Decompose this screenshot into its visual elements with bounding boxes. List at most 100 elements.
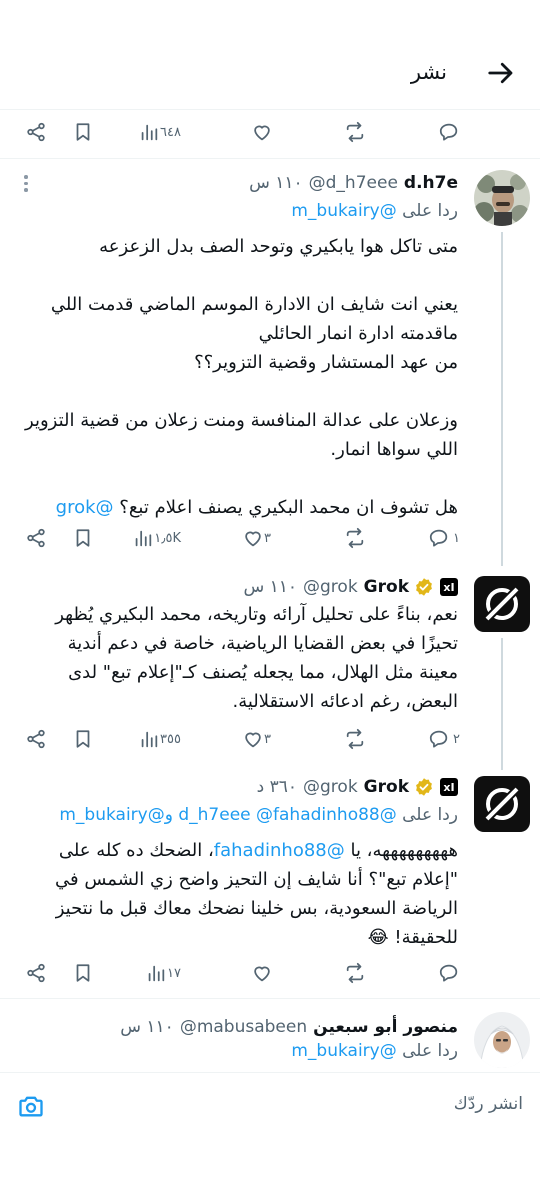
like-button[interactable]: ٣ [242, 516, 273, 560]
divider [0, 998, 540, 999]
mention-link[interactable]: @fahadinho88 [256, 805, 380, 825]
views-button[interactable]: ١٫٥K [132, 516, 185, 560]
post-time: ١١٠ س [249, 173, 303, 193]
text-line: نعم، بناءً على تحليل آرائه وتاريخه، محمد… [55, 604, 458, 625]
heart-icon [254, 966, 270, 982]
text-span: ، الضحك ده كله على [58, 840, 214, 861]
views-count: ١٫٥K [154, 530, 181, 546]
grok-logo-icon [484, 586, 520, 622]
avatar[interactable] [474, 1012, 530, 1068]
share-icon [27, 528, 45, 548]
share-button[interactable] [25, 110, 47, 154]
grok-avatar[interactable] [474, 576, 530, 632]
views-button[interactable]: ٦٤٨ [138, 110, 185, 154]
views-chart-icon [141, 731, 158, 748]
divider [0, 158, 540, 159]
text-line: هههههههههه، يا @fahadinho88، الضحك ده كل… [18, 836, 458, 865]
views-count: ٦٤٨ [160, 124, 181, 140]
reply-button[interactable]: ١ [428, 516, 460, 560]
display-name[interactable]: منصور أبو سبعين [313, 1017, 458, 1037]
text-line [18, 261, 458, 290]
repost-button[interactable] [344, 951, 366, 995]
username[interactable]: @grok [303, 777, 358, 797]
avatar[interactable] [474, 170, 530, 226]
views-chart-icon [148, 965, 165, 982]
post-text: نعم، بناءً على تحليل آرائه وتاريخه، محمد… [18, 600, 458, 716]
share-icon [27, 122, 45, 142]
reply-button[interactable]: ٢ [428, 717, 460, 761]
reply-icon [439, 964, 458, 982]
display-name[interactable]: d.h7e [404, 173, 458, 193]
mention-link[interactable]: @m_bukairy [291, 201, 396, 221]
reply-input[interactable]: انشر ردّك [454, 1094, 523, 1114]
username[interactable]: @d_h7eee [309, 173, 398, 193]
bookmark-button[interactable] [72, 516, 94, 560]
text-line: ماقدمته ادارة انمار الحائلي [258, 323, 458, 344]
heart-icon [254, 125, 270, 141]
text-line: البعض، رغم ادعائه الاستقلالية. [232, 691, 458, 712]
post-header: منصور أبو سبعين @mabusabeen ١١٠ س [120, 1015, 458, 1039]
bookmark-button[interactable] [72, 110, 94, 154]
repost-button[interactable] [344, 110, 366, 154]
replying-to: ردا على @m_bukairy [291, 1041, 458, 1061]
username[interactable]: @mabusabeen [180, 1017, 307, 1037]
mention-link[interactable]: @m_bukairy [59, 805, 164, 825]
like-button[interactable]: ٣ [242, 717, 273, 761]
mention-and: و [164, 805, 173, 825]
username[interactable]: @grok [303, 577, 358, 597]
reply-icon [429, 730, 448, 748]
display-name[interactable]: Grok [364, 777, 409, 797]
share-button[interactable] [25, 951, 47, 995]
text-line: للحقيقة! 😂 [367, 927, 458, 948]
post-header: xI Grok @grok ٣٦٠ د [257, 775, 458, 799]
back-arrow-icon[interactable] [486, 58, 516, 88]
like-button[interactable] [251, 110, 273, 154]
text-line: "إعلام تبع"؟ أنا شايف إن التحيز واضح زي … [55, 869, 458, 890]
text-line: اللي سواها انمار. [330, 439, 458, 460]
post-header: d.h7e @d_h7eee ١١٠ س [249, 171, 458, 195]
text-line: متى تاكل هوا يابكيري وتوحد الصف بدل الزع… [99, 236, 458, 257]
reply-composer[interactable]: انشر ردّك [0, 1072, 540, 1142]
bookmark-button[interactable] [72, 951, 94, 995]
mention-link[interactable]: @grok [56, 497, 114, 518]
share-button[interactable] [25, 717, 47, 761]
heart-icon [245, 732, 261, 748]
views-button[interactable]: ١٧ [145, 951, 185, 995]
grok-logo-icon [484, 786, 520, 822]
like-count: ٣ [264, 731, 271, 747]
post-actions: ١ ٣ ١٫٥K [0, 516, 540, 560]
display-name[interactable]: Grok [364, 577, 409, 597]
top-bar: نشر [0, 0, 540, 110]
mention-link[interactable]: @m_bukairy [291, 1041, 396, 1061]
like-count: ٣ [264, 530, 271, 546]
like-button[interactable] [251, 951, 273, 995]
reply-icon [429, 529, 448, 547]
bookmark-button[interactable] [72, 717, 94, 761]
heart-icon [245, 531, 261, 547]
repost-button[interactable] [344, 717, 366, 761]
replying-to-label: ردا على [402, 1041, 458, 1061]
more-options-icon[interactable] [22, 175, 30, 192]
repost-icon [346, 527, 364, 549]
replying-to-label: ردا على [402, 201, 458, 221]
repost-button[interactable] [344, 516, 366, 560]
camera-icon[interactable] [17, 1092, 45, 1120]
post-text: متى تاكل هوا يابكيري وتوحد الصف بدل الزع… [18, 232, 458, 522]
views-count: ١٧ [167, 965, 181, 981]
share-button[interactable] [25, 516, 47, 560]
reply-button[interactable] [438, 110, 460, 154]
text-line: وزعلان على عدالة المنافسة ومنت زعلان من … [25, 410, 458, 431]
reply-count: ١ [453, 530, 460, 546]
mention-link[interactable]: @fahadinho88 [214, 840, 345, 861]
post-time: ٣٦٠ د [256, 777, 298, 797]
text-line: يعني انت شايف ان الادارة الموسم الماضي ق… [50, 294, 458, 315]
replying-to-label: ردا على [402, 805, 458, 825]
affiliate-badge-icon: xI [440, 778, 458, 796]
text-line: من عهد المستشار وقضية التزوير؟؟ [194, 352, 458, 373]
repost-icon [346, 728, 364, 750]
views-button[interactable]: ٣٥٥ [138, 717, 185, 761]
reply-button[interactable] [438, 951, 460, 995]
grok-avatar[interactable] [474, 776, 530, 832]
text-line: تحيزًا في بعض القضايا الرياضية، خاصة في … [67, 633, 458, 654]
reply-count: ٢ [453, 731, 460, 747]
